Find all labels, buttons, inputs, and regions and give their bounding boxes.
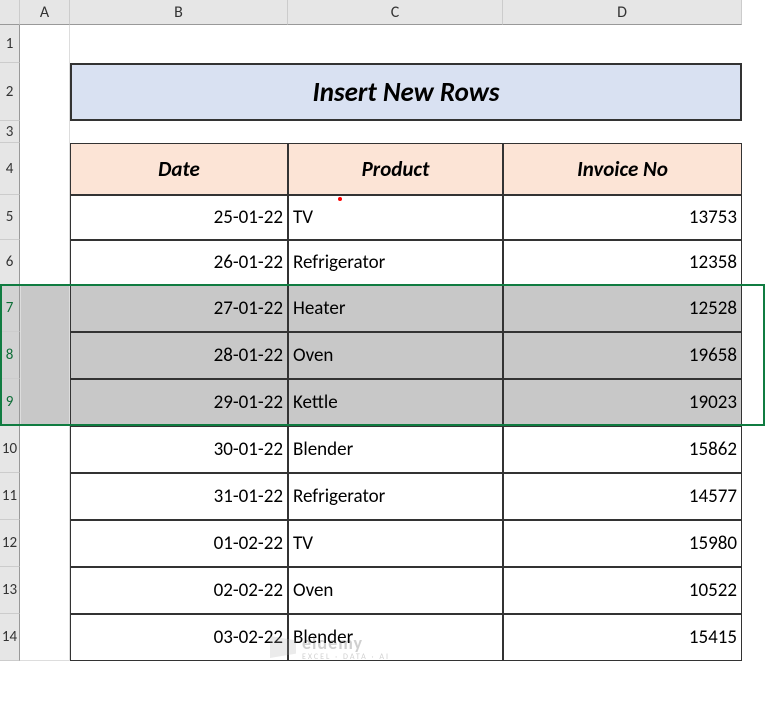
col-header-A[interactable]: A	[20, 0, 70, 25]
row-header-14[interactable]: 14	[0, 614, 20, 661]
col-header-D[interactable]: D	[503, 0, 742, 25]
row-header-7[interactable]: 7	[0, 285, 20, 332]
cell-date[interactable]: 30-01-22	[70, 426, 288, 473]
cell-invoice[interactable]: 15980	[503, 520, 742, 567]
cell-date[interactable]: 28-01-22	[70, 332, 288, 379]
cell-date[interactable]: 25-01-22	[70, 195, 288, 240]
row-header-5[interactable]: 5	[0, 195, 20, 240]
row-header-4[interactable]: 4	[0, 143, 20, 195]
header-invoice[interactable]: Invoice No	[503, 143, 742, 195]
row-header-9[interactable]: 9	[0, 379, 20, 426]
cell-product[interactable]: Blender	[288, 426, 503, 473]
cell-product[interactable]: TV	[288, 520, 503, 567]
row-header-3[interactable]: 3	[0, 121, 20, 143]
cell-product[interactable]: Refrigerator	[288, 473, 503, 520]
cell-blank-A-selected[interactable]	[20, 285, 70, 426]
cell-invoice[interactable]: 15862	[503, 426, 742, 473]
cell-invoice[interactable]: 19023	[503, 379, 742, 426]
row-header-8[interactable]: 8	[0, 332, 20, 379]
row-header-12[interactable]: 12	[0, 520, 20, 567]
cell-date[interactable]: 03-02-22	[70, 614, 288, 661]
title-cell[interactable]: Insert New Rows	[70, 63, 742, 121]
row-header-11[interactable]: 11	[0, 473, 20, 520]
cell-invoice[interactable]: 13753	[503, 195, 742, 240]
select-all-corner[interactable]	[0, 0, 20, 25]
cell-product[interactable]: TV	[288, 195, 503, 240]
cell-invoice[interactable]: 15415	[503, 614, 742, 661]
cell-product[interactable]: Oven	[288, 567, 503, 614]
header-date[interactable]: Date	[70, 143, 288, 195]
cell-invoice[interactable]: 10522	[503, 567, 742, 614]
row-header-13[interactable]: 13	[0, 567, 20, 614]
row-header-1[interactable]: 1	[0, 25, 20, 63]
row-header-2[interactable]: 2	[0, 63, 20, 121]
cell-invoice[interactable]: 19658	[503, 332, 742, 379]
cell-product[interactable]: Refrigerator	[288, 240, 503, 285]
cell-invoice[interactable]: 12358	[503, 240, 742, 285]
cell-date[interactable]: 27-01-22	[70, 285, 288, 332]
cell-product[interactable]: Kettle	[288, 379, 503, 426]
cell-invoice[interactable]: 14577	[503, 473, 742, 520]
cell-date[interactable]: 26-01-22	[70, 240, 288, 285]
row-header-6[interactable]: 6	[0, 240, 20, 285]
cell-product[interactable]: Blender	[288, 614, 503, 661]
header-product[interactable]: Product	[288, 143, 503, 195]
col-header-B[interactable]: B	[70, 0, 288, 25]
cell-date[interactable]: 01-02-22	[70, 520, 288, 567]
row-header-10[interactable]: 10	[0, 426, 20, 473]
cell-invoice[interactable]: 12528	[503, 285, 742, 332]
cell-date[interactable]: 02-02-22	[70, 567, 288, 614]
cell-product[interactable]: Oven	[288, 332, 503, 379]
cell-date[interactable]: 31-01-22	[70, 473, 288, 520]
cell-date[interactable]: 29-01-22	[70, 379, 288, 426]
col-header-C[interactable]: C	[288, 0, 503, 25]
cell-product[interactable]: Heater	[288, 285, 503, 332]
